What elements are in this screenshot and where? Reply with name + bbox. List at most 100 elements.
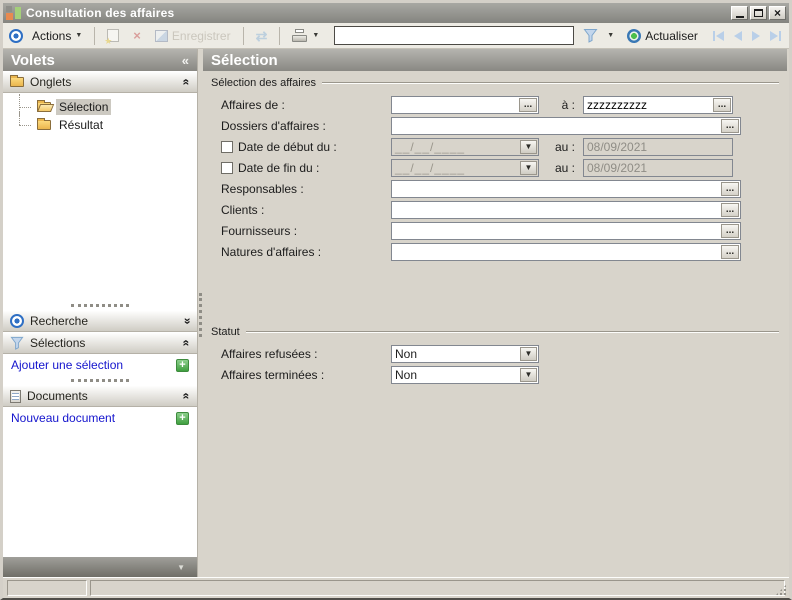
refresh-button[interactable]: Actualiser: [622, 26, 703, 46]
sidebar-splitter[interactable]: [3, 376, 197, 385]
delete-button[interactable]: ×: [128, 26, 146, 45]
sidebar-splitter[interactable]: [3, 301, 197, 310]
first-record-button[interactable]: [713, 31, 724, 41]
tree-item-resultat[interactable]: Résultat: [13, 116, 197, 134]
window-title: Consultation des affaires: [26, 6, 731, 20]
save-button[interactable]: Enregistrer: [150, 26, 236, 46]
last-record-button[interactable]: [770, 31, 781, 41]
previous-record-button[interactable]: [734, 31, 742, 41]
responsables-input[interactable]: [392, 181, 740, 197]
group-divider: [246, 331, 779, 333]
affaires-terminees-value: Non: [392, 368, 420, 382]
new-document-plus-button[interactable]: +: [176, 412, 189, 425]
sidebar-bottom-bar[interactable]: ▼: [3, 557, 197, 577]
fournisseurs-input[interactable]: [392, 223, 740, 239]
next-record-button[interactable]: [752, 31, 760, 41]
date-debut-dropdown-button[interactable]: ▼: [520, 140, 537, 154]
sync-button[interactable]: ⇄: [251, 26, 273, 46]
affaires-a-label: à :: [539, 98, 583, 112]
add-selection-link[interactable]: Ajouter une sélection: [11, 358, 123, 372]
sidebar-title: Volets «: [3, 49, 197, 71]
natures-input[interactable]: [392, 244, 740, 260]
new-document-icon: ★: [107, 29, 119, 42]
section-header-selections[interactable]: Sélections «: [3, 332, 197, 354]
section-header-documents[interactable]: Documents «: [3, 385, 197, 407]
titlebar: Consultation des affaires ×: [3, 3, 789, 23]
dossiers-input[interactable]: [392, 118, 740, 134]
maximize-button[interactable]: [750, 6, 767, 20]
date-debut-field: __/__/____ ▼: [391, 138, 539, 156]
section-header-recherche[interactable]: Recherche «: [3, 310, 197, 332]
actions-menu-button[interactable]: Actions ▼: [27, 26, 87, 46]
affaires-terminees-select[interactable]: Non ▼: [391, 366, 539, 384]
search-input[interactable]: [334, 26, 574, 45]
filter-button[interactable]: [578, 25, 603, 46]
natures-lookup-button[interactable]: ...: [721, 245, 739, 259]
folder-icon: [10, 77, 24, 87]
tree-item-selection[interactable]: Sélection: [13, 98, 197, 116]
previous-record-icon: [734, 31, 742, 41]
date-fin-label: Date de fin du :: [238, 161, 319, 175]
sync-arrows-icon: ⇄: [256, 29, 268, 43]
open-folder-icon: [37, 102, 51, 112]
toolbar-separator: [243, 27, 244, 45]
clients-field: ...: [391, 201, 741, 219]
affaires-refusees-value: Non: [392, 347, 420, 361]
documents-label: Documents: [27, 389, 88, 403]
close-button[interactable]: ×: [769, 6, 786, 20]
clients-input[interactable]: [392, 202, 740, 218]
row-date-fin: Date de fin du : __/__/____ ▼ au : 08/09…: [211, 157, 779, 178]
clients-lookup-button[interactable]: ...: [721, 203, 739, 217]
panel-splitter-handle[interactable]: [199, 293, 202, 337]
affaires-de-lookup-button[interactable]: ...: [519, 98, 537, 112]
group-divider: [322, 82, 779, 84]
row-responsables: Responsables : ...: [211, 178, 779, 199]
main-panel-title: Sélection: [203, 49, 787, 71]
add-selection-plus-button[interactable]: +: [176, 359, 189, 372]
affaires-terminees-dropdown-button[interactable]: ▼: [520, 368, 537, 382]
last-record-icon: [770, 31, 778, 41]
onglets-tree: Sélection Résultat: [3, 93, 197, 301]
responsables-label: Responsables :: [211, 182, 391, 196]
new-document-link[interactable]: Nouveau document: [11, 411, 115, 425]
print-button[interactable]: ▼: [287, 26, 324, 45]
date-fin-field: __/__/____ ▼: [391, 159, 539, 177]
minimize-button[interactable]: [731, 6, 748, 20]
sidebar-filler: [3, 429, 197, 557]
date-debut-checkbox[interactable]: [221, 141, 233, 153]
onglets-label: Onglets: [30, 75, 71, 89]
filter-dropdown-icon[interactable]: ▼: [607, 32, 614, 39]
affaires-a-lookup-button[interactable]: ...: [713, 98, 731, 112]
affaires-a-input[interactable]: [584, 97, 732, 113]
date-fin-au-label: au :: [539, 161, 583, 175]
selection-form: Sélection des affaires Affaires de : ...…: [203, 71, 787, 577]
tree-item-resultat-label: Résultat: [56, 117, 106, 133]
close-icon: ×: [774, 8, 781, 18]
affaires-de-input[interactable]: [392, 97, 538, 113]
row-affaires: Affaires de : ... à : ...: [211, 94, 779, 115]
affaires-terminees-label: Affaires terminées :: [211, 368, 391, 382]
chevron-down-icon: ▼: [75, 32, 82, 39]
row-affaires-terminees: Affaires terminées : Non ▼: [211, 364, 779, 385]
chevron-double-up-icon[interactable]: «: [180, 393, 194, 400]
collapse-sidebar-button[interactable]: «: [182, 53, 189, 68]
affaires-a-field: ...: [583, 96, 733, 114]
chevron-double-up-icon[interactable]: «: [180, 340, 194, 347]
chevron-double-down-icon[interactable]: «: [180, 318, 194, 325]
dossiers-label: Dossiers d'affaires :: [211, 119, 391, 133]
fournisseurs-lookup-button[interactable]: ...: [721, 224, 739, 238]
date-fin-checkbox[interactable]: [221, 162, 233, 174]
affaires-refusees-dropdown-button[interactable]: ▼: [520, 347, 537, 361]
natures-field: ...: [391, 243, 741, 261]
affaires-refusees-select[interactable]: Non ▼: [391, 345, 539, 363]
section-header-onglets[interactable]: Onglets «: [3, 71, 197, 93]
row-dossiers: Dossiers d'affaires : ...: [211, 115, 779, 136]
minimize-icon: [736, 16, 744, 18]
new-button[interactable]: ★: [102, 26, 124, 45]
date-fin-dropdown-button[interactable]: ▼: [520, 161, 537, 175]
responsables-lookup-button[interactable]: ...: [721, 182, 739, 196]
chevron-down-icon[interactable]: ▼: [177, 563, 185, 572]
chevron-double-up-icon[interactable]: «: [180, 79, 194, 86]
dossiers-lookup-button[interactable]: ...: [721, 119, 739, 133]
date-debut-mask: __/__/____: [392, 140, 468, 154]
